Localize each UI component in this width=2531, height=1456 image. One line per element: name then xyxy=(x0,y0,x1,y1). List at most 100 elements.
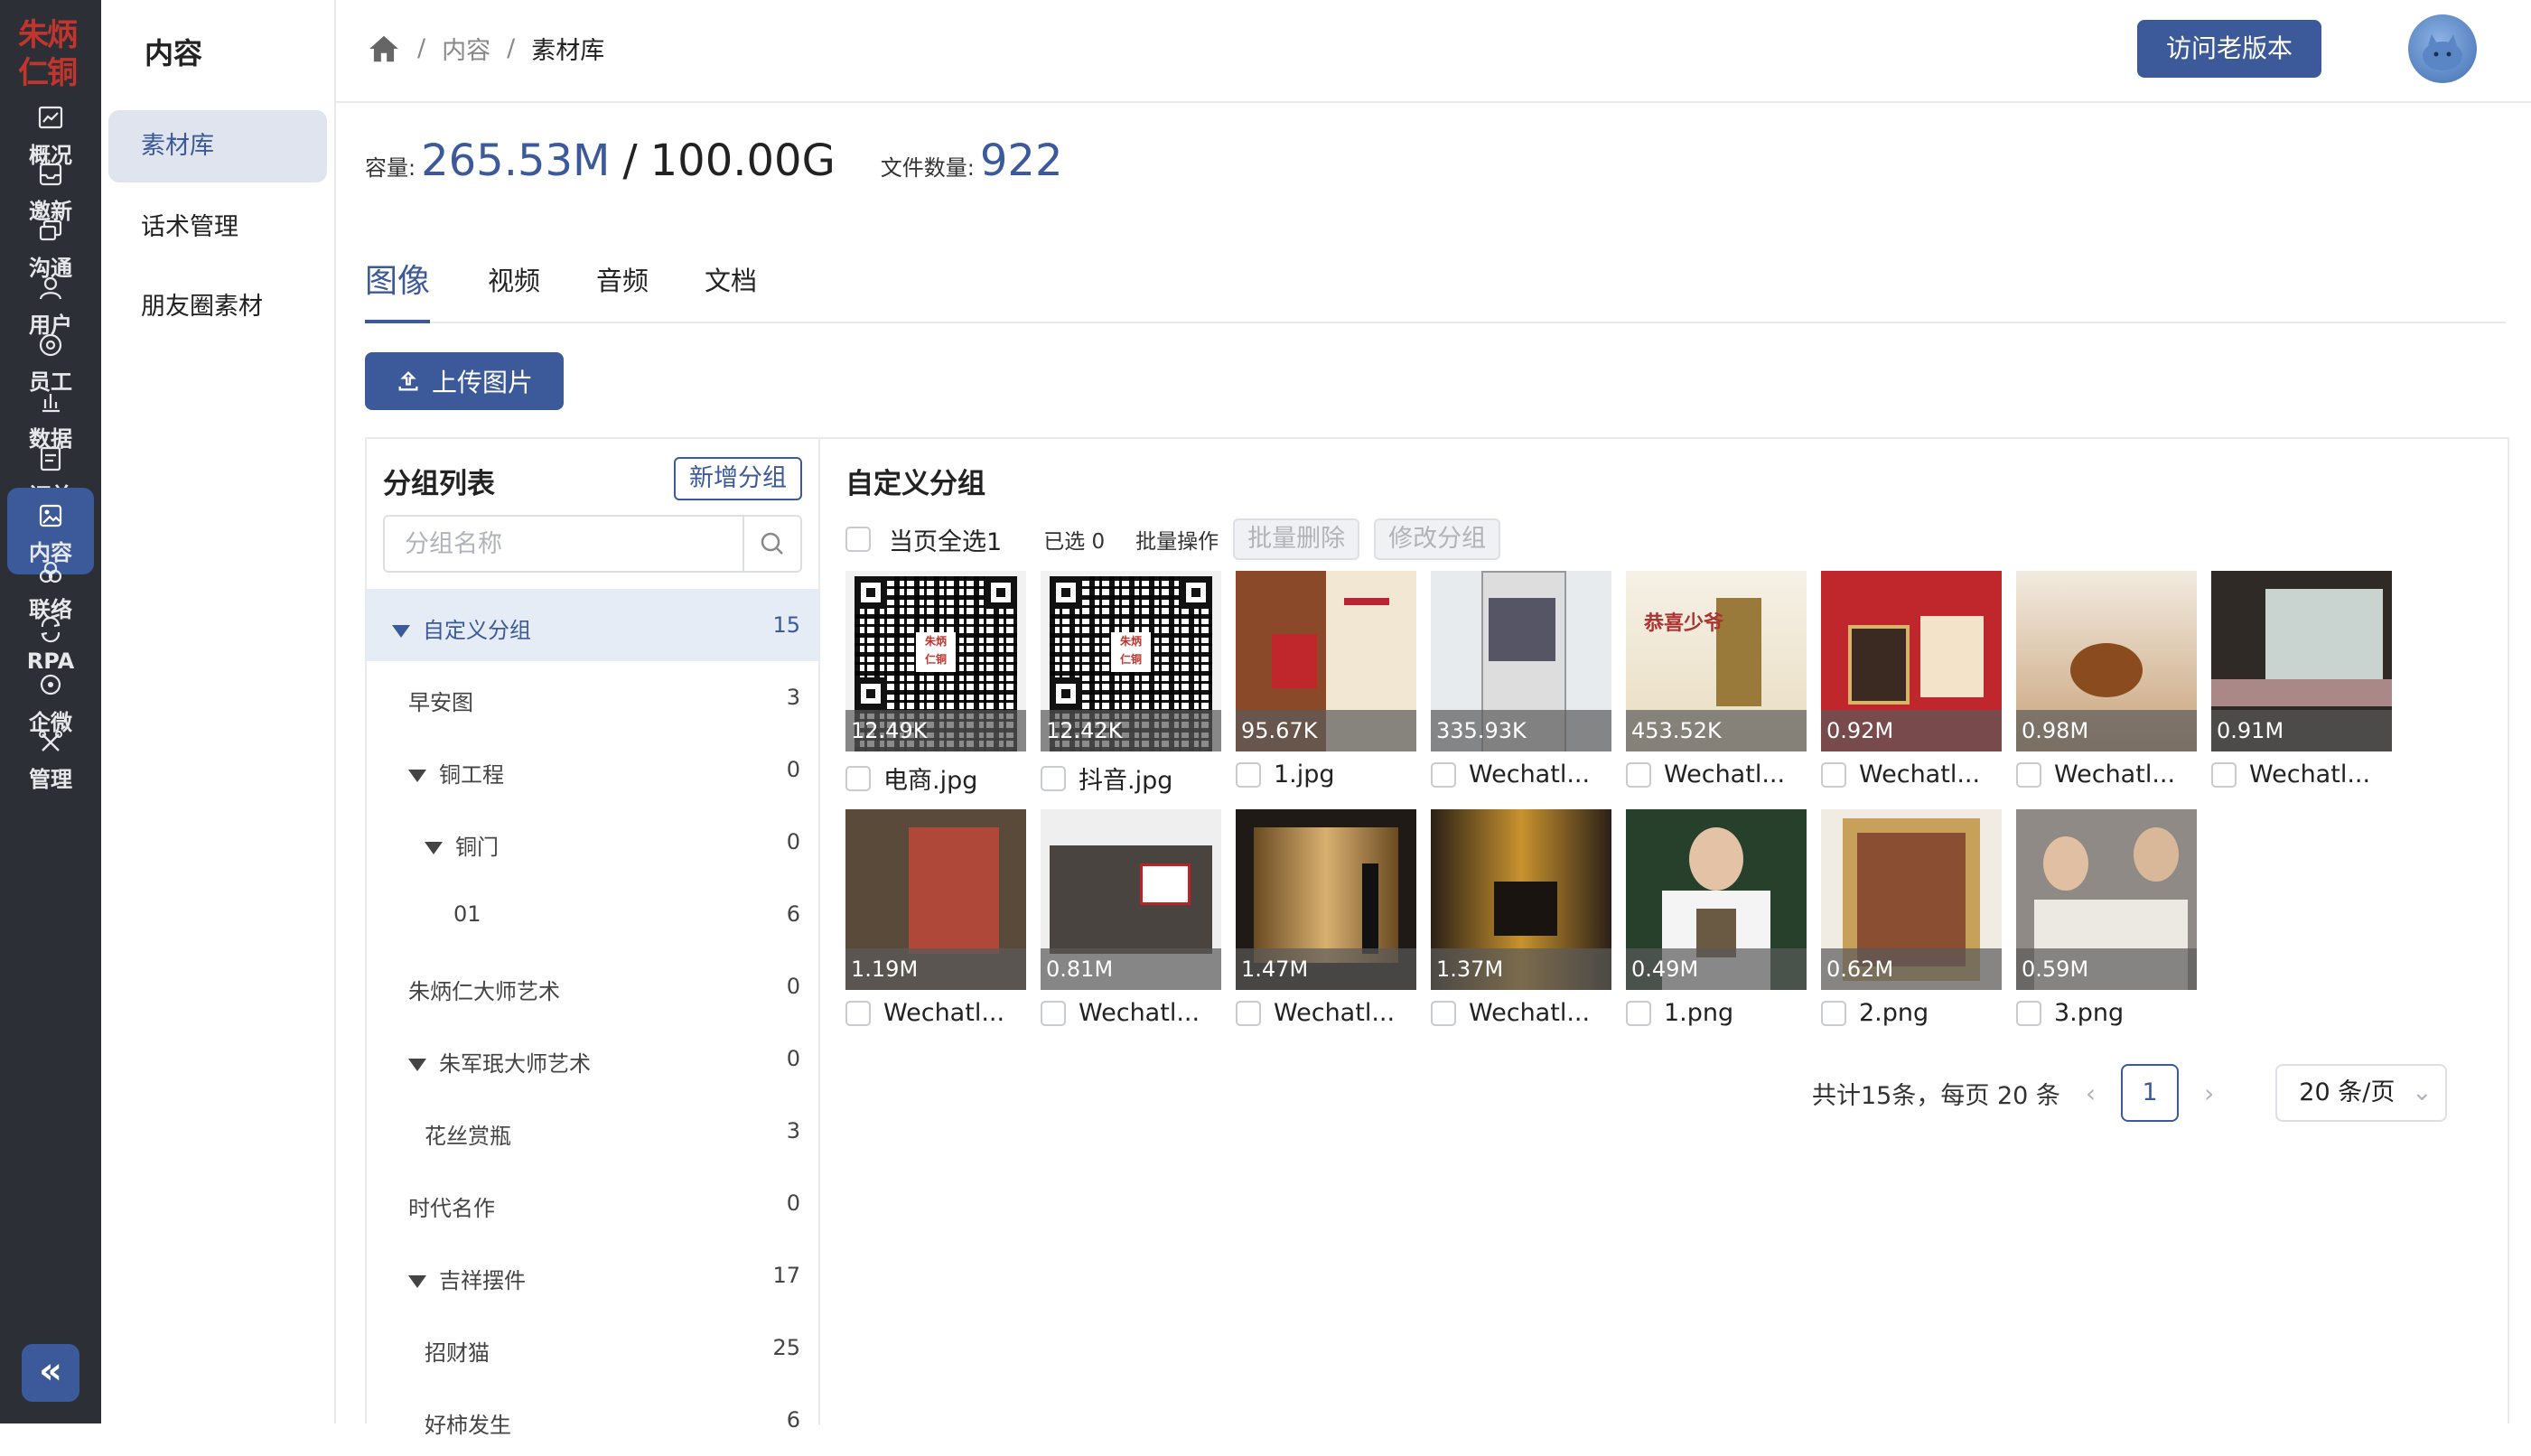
file-checkbox[interactable] xyxy=(1821,761,1846,788)
file-card[interactable]: 335.93K Wechatl... xyxy=(1431,571,1611,789)
file-checkbox[interactable] xyxy=(1236,1000,1261,1026)
submenu-item-material-library[interactable]: 素材库 xyxy=(108,110,327,182)
file-checkbox[interactable] xyxy=(1821,1000,1846,1026)
group-count: 0 xyxy=(786,757,800,782)
tab-videos[interactable]: 视频 xyxy=(488,260,540,327)
file-checkbox[interactable] xyxy=(1236,761,1261,788)
file-thumbnail[interactable]: 0.49M xyxy=(1626,809,1807,990)
file-card[interactable]: 0.92M Wechatl... xyxy=(1821,571,2002,789)
expand-caret-icon[interactable] xyxy=(408,1275,426,1288)
order-icon xyxy=(40,446,61,471)
group-search-input[interactable] xyxy=(385,517,746,571)
file-checkbox[interactable] xyxy=(845,1000,871,1026)
group-name: 铜工程 xyxy=(439,762,504,788)
group-tree-row[interactable]: 朱军珉大师艺术 0 xyxy=(367,1022,818,1095)
file-checkbox[interactable] xyxy=(2016,761,2041,788)
expand-caret-icon[interactable] xyxy=(392,625,410,638)
file-thumbnail[interactable]: 1.19M xyxy=(845,809,1026,990)
file-card[interactable]: 0.81M Wechatl... xyxy=(1041,809,1221,1027)
file-checkbox[interactable] xyxy=(1626,761,1651,788)
group-tree-row[interactable]: 花丝赏瓶 3 xyxy=(367,1095,818,1167)
upload-image-button[interactable]: 上传图片 xyxy=(365,352,564,410)
prev-page-button[interactable]: ‹ xyxy=(2086,1078,2096,1108)
group-tree-row[interactable]: 铜门 0 xyxy=(367,806,818,878)
file-card[interactable]: 1.37M Wechatl... xyxy=(1431,809,1611,1027)
file-card[interactable]: 0.91M Wechatl... xyxy=(2211,571,2392,789)
file-checkbox[interactable] xyxy=(1041,1000,1066,1026)
file-card[interactable]: 0.62M 2.png xyxy=(1821,809,2002,1027)
file-thumbnail[interactable]: 95.67K xyxy=(1236,571,1416,751)
visit-old-version-button[interactable]: 访问老版本 xyxy=(2137,20,2321,78)
inbox-icon xyxy=(39,163,62,186)
file-thumbnail[interactable]: 335.93K xyxy=(1431,571,1611,751)
file-name: Wechatl... xyxy=(1274,999,1396,1027)
group-search-button[interactable] xyxy=(742,517,800,571)
group-tree-row[interactable]: 吉祥摆件 17 xyxy=(367,1239,818,1311)
file-thumbnail[interactable]: 1.47M xyxy=(1236,809,1416,990)
page-size-select[interactable]: 20 条/页 ⌄ xyxy=(2275,1064,2448,1122)
file-checkbox[interactable] xyxy=(1041,765,1066,791)
file-thumbnail[interactable]: 0.98M xyxy=(2016,571,2197,751)
file-thumbnail[interactable]: 恭喜少爷 453.52K xyxy=(1626,571,1807,751)
group-tree-row[interactable]: 朱炳仁大师艺术 0 xyxy=(367,950,818,1022)
file-card[interactable]: 95.67K 1.jpg xyxy=(1236,571,1416,789)
group-tree-row[interactable]: 时代名作 0 xyxy=(367,1167,818,1239)
file-thumbnail[interactable]: 0.92M xyxy=(1821,571,2002,751)
group-name: 早安图 xyxy=(408,690,473,715)
home-icon[interactable] xyxy=(367,32,401,66)
group-tree-row[interactable]: 铜工程 0 xyxy=(367,733,818,806)
upload-icon xyxy=(398,371,418,391)
file-card[interactable]: 1.19M Wechatl... xyxy=(845,809,1026,1027)
file-checkbox[interactable] xyxy=(1626,1000,1651,1026)
file-card[interactable]: 朱炳 仁铜 12.42K 抖音.jpg xyxy=(1041,571,1221,796)
brand-logo[interactable]: 朱炳 仁铜 xyxy=(11,11,90,91)
breadcrumb-content[interactable]: 内容 xyxy=(442,31,490,66)
group-tree-row[interactable]: 招财猫 25 xyxy=(367,1311,818,1384)
rail-item-11[interactable]: 管理 xyxy=(7,714,94,801)
file-card[interactable]: 1.47M Wechatl... xyxy=(1236,809,1416,1027)
expand-caret-icon[interactable] xyxy=(408,770,426,782)
group-list-title: 分组列表 xyxy=(383,468,495,500)
file-thumbnail[interactable]: 朱炳 仁铜 12.42K xyxy=(1041,571,1221,751)
file-card[interactable]: 恭喜少爷 453.52K Wechatl... xyxy=(1626,571,1807,789)
storage-summary: 容量: 265.53M / 100.00G 文件数量: 922 xyxy=(365,135,1063,186)
group-tree-row[interactable]: 好柿发生 6 xyxy=(367,1384,818,1456)
file-thumbnail[interactable]: 0.59M xyxy=(2016,809,2197,990)
file-card[interactable]: 朱炳 仁铜 12.49K 电商.jpg xyxy=(845,571,1026,796)
file-checkbox[interactable] xyxy=(1431,1000,1456,1026)
group-tree-row[interactable]: 01 6 xyxy=(367,878,818,950)
expand-caret-icon[interactable] xyxy=(425,842,443,854)
file-size: 0.59M xyxy=(2016,948,2197,990)
submenu-item-moments[interactable]: 朋友圈素材 xyxy=(108,271,327,343)
file-checkbox[interactable] xyxy=(2211,761,2237,788)
expand-caret-icon[interactable] xyxy=(408,1059,426,1071)
file-checkbox[interactable] xyxy=(845,765,871,791)
submenu-item-scripts[interactable]: 话术管理 xyxy=(108,191,327,264)
file-thumbnail[interactable]: 1.37M xyxy=(1431,809,1611,990)
collapse-sidebar-button[interactable]: « xyxy=(22,1344,79,1402)
add-group-button[interactable]: 新增分组 xyxy=(674,457,802,500)
tab-images[interactable]: 图像 xyxy=(365,255,431,323)
file-thumbnail[interactable]: 0.62M xyxy=(1821,809,2002,990)
next-page-button[interactable]: › xyxy=(2204,1078,2214,1108)
file-card[interactable]: 0.49M 1.png xyxy=(1626,809,1807,1027)
group-name: 花丝赏瓶 xyxy=(425,1124,511,1149)
tab-audio[interactable]: 音频 xyxy=(596,260,649,327)
user-avatar[interactable] xyxy=(2408,14,2477,83)
file-thumbnail[interactable]: 朱炳 仁铜 12.49K xyxy=(845,571,1026,751)
tab-documents[interactable]: 文档 xyxy=(705,260,757,327)
file-card[interactable]: 0.59M 3.png xyxy=(2016,809,2197,1027)
rail-item-label: 管理 xyxy=(29,767,72,792)
file-thumbnail[interactable]: 0.81M xyxy=(1041,809,1221,990)
batch-delete-button[interactable]: 批量删除 xyxy=(1233,518,1360,560)
select-all-checkbox[interactable] xyxy=(845,527,871,552)
current-group-title: 自定义分组 xyxy=(845,468,985,500)
group-tree-row[interactable]: 早安图 3 xyxy=(367,661,818,733)
file-thumbnail[interactable]: 0.91M xyxy=(2211,571,2392,751)
change-group-button[interactable]: 修改分组 xyxy=(1374,518,1501,560)
file-card[interactable]: 0.98M Wechatl... xyxy=(2016,571,2197,789)
file-checkbox[interactable] xyxy=(2016,1000,2041,1026)
page-1-button[interactable]: 1 xyxy=(2121,1064,2180,1122)
file-checkbox[interactable] xyxy=(1431,761,1456,788)
group-tree-row[interactable]: 自定义分组 15 xyxy=(367,589,818,661)
